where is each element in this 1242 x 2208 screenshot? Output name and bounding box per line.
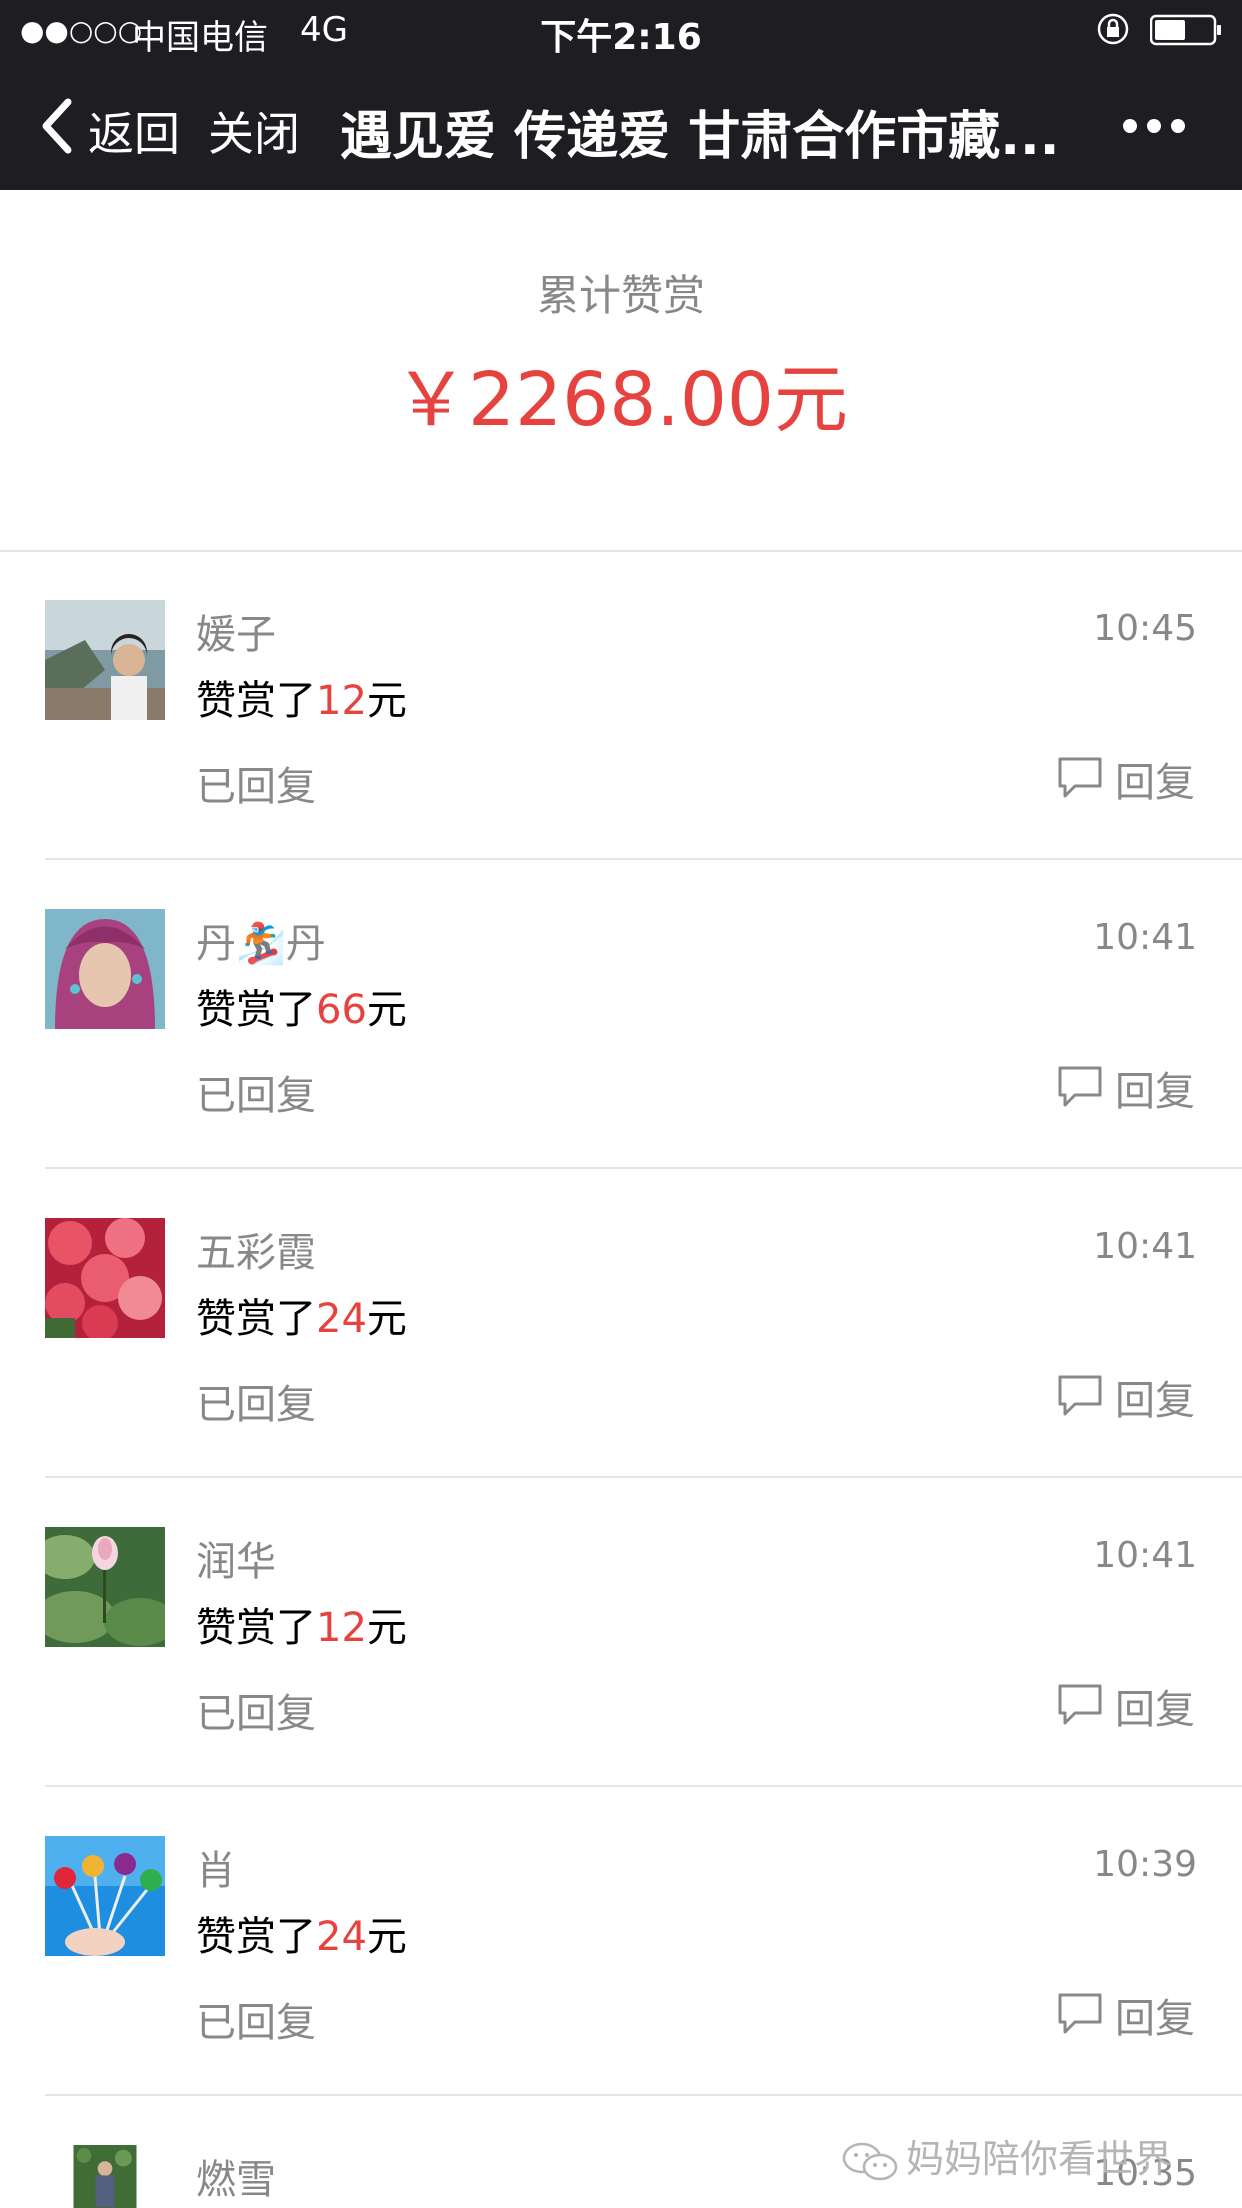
sender-name: 五彩霞	[196, 1230, 316, 1276]
reward-amount: 12	[316, 1605, 367, 1651]
watermark: 妈妈陪你看世界	[842, 2128, 1172, 2183]
divider	[45, 858, 1242, 860]
reward-unit: 元	[366, 1296, 407, 1342]
reward-prefix: 赞赏了	[196, 987, 316, 1033]
divider	[45, 1785, 1242, 1787]
reward-summary: 累计赞赏 ￥2268.00元	[0, 190, 1242, 550]
total-reward-label: 累计赞赏	[536, 271, 705, 320]
reward-amount: 66	[316, 987, 367, 1033]
clock: 下午2:16	[540, 17, 702, 58]
reply-button[interactable]: 回复	[1057, 1675, 1197, 1733]
comment-icon	[1058, 1066, 1102, 1107]
divider	[45, 1476, 1242, 1478]
comment-icon	[1058, 1684, 1102, 1725]
reward-description: 赞赏了12元	[196, 668, 407, 726]
total-reward-amount: ￥2268.00元	[393, 357, 848, 443]
reward-description: 赞赏了24元	[196, 1904, 407, 1962]
reward-amount: 24	[316, 1914, 367, 1960]
reward-description: 赞赏了66元	[196, 977, 407, 1035]
reward-time: 10:45	[1093, 608, 1197, 649]
rotation-lock-icon	[1097, 13, 1129, 45]
divider	[45, 1167, 1242, 1169]
reply-label: 回复	[1115, 1378, 1195, 1424]
avatar	[73, 2145, 137, 2208]
avatar	[45, 1836, 165, 1956]
reward-time: 10:39	[1093, 1844, 1197, 1885]
avatar	[45, 1218, 165, 1338]
sender-name: 媛子	[196, 612, 276, 658]
reward-item: 丹🏂丹 10:41 赞赏了66元 已回复 回复	[0, 861, 1242, 1169]
reward-unit: 元	[366, 1914, 407, 1960]
reply-button[interactable]: 回复	[1057, 1984, 1197, 2042]
back-button[interactable]: 返回	[88, 98, 180, 164]
more-options-icon[interactable]	[1120, 112, 1188, 140]
reward-item: 肖 10:39 赞赏了24元 已回复 回复	[0, 1788, 1242, 2096]
reward-amount: 24	[316, 1296, 367, 1342]
reward-description: 赞赏了24元	[196, 1286, 407, 1344]
sender-name: 润华	[196, 1539, 276, 1585]
reply-label: 回复	[1115, 1069, 1195, 1115]
reply-label: 回复	[1115, 760, 1195, 806]
status-bar: ●●○○○ 中国电信 4G 下午2:16	[0, 0, 1242, 62]
reward-item: 媛子 10:45 赞赏了12元 已回复 回复	[0, 552, 1242, 860]
reward-unit: 元	[366, 678, 407, 724]
comment-icon	[1058, 757, 1102, 798]
reply-status: 已回复	[196, 1382, 316, 1428]
sender-name: 丹🏂丹	[196, 921, 326, 967]
reward-time: 10:41	[1093, 917, 1197, 958]
reply-button[interactable]: 回复	[1057, 748, 1197, 806]
avatar	[45, 909, 165, 1029]
reward-prefix: 赞赏了	[196, 1296, 316, 1342]
reward-time: 10:41	[1093, 1535, 1197, 1576]
nav-bar: 返回 关闭 遇见爱 传递爱 甘肃合作市藏...	[0, 62, 1242, 190]
back-chevron-icon[interactable]	[38, 96, 78, 156]
reward-amount: 12	[316, 678, 367, 724]
avatar	[45, 1527, 165, 1647]
reward-prefix: 赞赏了	[196, 678, 316, 724]
reply-button[interactable]: 回复	[1057, 1057, 1197, 1115]
comment-icon	[1058, 1375, 1102, 1416]
reply-label: 回复	[1115, 1687, 1195, 1733]
reply-status: 已回复	[196, 1691, 316, 1737]
sender-name: 肖	[196, 1848, 236, 1894]
reply-button[interactable]: 回复	[1057, 1366, 1197, 1424]
reward-description: 赞赏了12元	[196, 1595, 407, 1653]
comment-icon	[1058, 1993, 1102, 2034]
reply-status: 已回复	[196, 2000, 316, 2046]
reward-prefix: 赞赏了	[196, 1914, 316, 1960]
reply-status: 已回复	[196, 1073, 316, 1119]
battery-icon	[1150, 14, 1221, 46]
reward-prefix: 赞赏了	[196, 1605, 316, 1651]
reward-unit: 元	[366, 987, 407, 1033]
reward-item: 润华 10:41 赞赏了12元 已回复 回复	[0, 1479, 1242, 1787]
reward-unit: 元	[366, 1605, 407, 1651]
close-button[interactable]: 关闭	[208, 98, 300, 164]
wechat-icon	[842, 2142, 898, 2180]
reply-status: 已回复	[196, 764, 316, 810]
reply-label: 回复	[1115, 1996, 1195, 2042]
reward-time: 10:41	[1093, 1226, 1197, 1267]
avatar	[45, 600, 165, 720]
watermark-text: 妈妈陪你看世界	[906, 2137, 1173, 2181]
divider	[45, 2094, 1242, 2096]
reward-item: 五彩霞 10:41 赞赏了24元 已回复 回复	[0, 1170, 1242, 1478]
page-title: 遇见爱 传递爱 甘肃合作市藏...	[340, 107, 1060, 167]
sender-name: 燃雪	[196, 2157, 276, 2203]
